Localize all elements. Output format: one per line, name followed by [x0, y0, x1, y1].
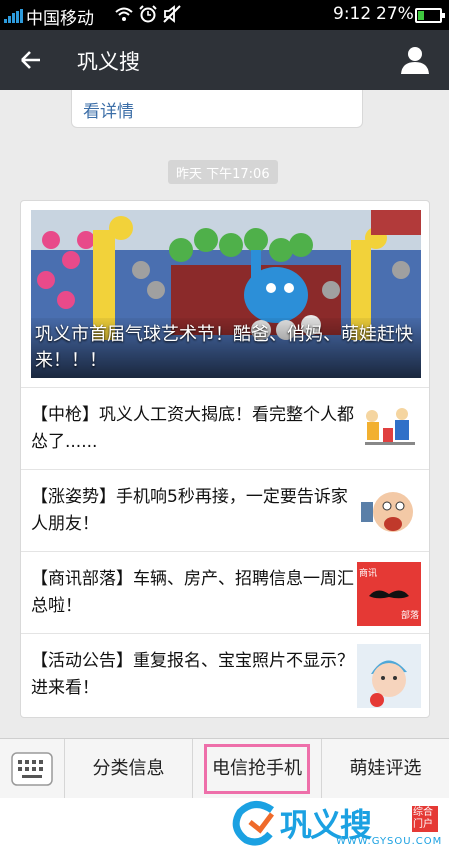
news-item-title: 【活动公告】重复报名、宝宝照片不显示？进来看！	[31, 651, 354, 698]
gysou-logo-icon	[232, 801, 275, 846]
battery-percent: 27%	[376, 4, 414, 24]
chat-area[interactable]: 看详情 昨天 下午17:06 巩义市首届气球艺术节！酷爸、俏妈、萌娃赶快来！！！…	[0, 90, 449, 738]
battery-icon	[415, 8, 445, 23]
news-item-title: 【商讯部落】车辆、房产、招聘信息一周汇总啦！	[31, 569, 354, 616]
footer-area: 巩义搜 WWW.GYSOU.COM 综合门户	[0, 798, 449, 850]
cartoon-thumbnail-icon	[357, 398, 421, 462]
keyboard-toggle-button[interactable]	[0, 739, 65, 799]
wifi-icon	[115, 7, 133, 21]
news-item-title: 【涨姿势】手机响5秒再接，一定要告诉家人朋友！	[31, 487, 348, 534]
business-news-thumbnail-icon: 商讯 部落	[357, 562, 421, 626]
back-button[interactable]	[12, 42, 48, 78]
clock: 9:12	[333, 4, 372, 24]
signal-icon	[4, 9, 24, 23]
alarm-icon	[139, 5, 157, 23]
chat-header: 巩义搜	[0, 30, 449, 90]
menu-baby-contest[interactable]: 萌娃评选	[322, 739, 449, 799]
news-card: 巩义市首届气球艺术节！酷爸、俏妈、萌娃赶快来！！！ 【中枪】巩义人工资大揭底！看…	[20, 200, 430, 718]
menu-telecom-phone-grab[interactable]: 电信抢手机	[193, 739, 322, 799]
menu-classified-info[interactable]: 分类信息	[65, 739, 193, 799]
previous-message-bubble[interactable]: 看详情	[71, 90, 363, 128]
profile-button[interactable]	[396, 42, 434, 78]
status-bar: 中国移动 9:12 27%	[0, 0, 449, 30]
site-watermark-logo: 巩义搜 WWW.GYSOU.COM 综合门户	[232, 800, 447, 848]
news-list-item[interactable]: 【涨姿势】手机响5秒再接，一定要告诉家人朋友！	[21, 469, 429, 551]
back-arrow-icon	[21, 51, 40, 69]
headline-article[interactable]: 巩义市首届气球艺术节！酷爸、俏妈、萌娃赶快来！！！	[31, 210, 421, 378]
headline-title: 巩义市首届气球艺术节！酷爸、俏妈、萌娃赶快来！！！	[35, 324, 413, 371]
view-details-link[interactable]: 看详情	[83, 97, 134, 122]
news-list-item[interactable]: 【中枪】巩义人工资大揭底！看完整个人都怂了......	[21, 387, 429, 469]
page-title: 巩义搜	[77, 50, 140, 74]
message-timestamp: 昨天 下午17:06	[168, 160, 278, 184]
mute-icon	[163, 5, 181, 23]
bottom-menu: 分类信息 电信抢手机 萌娃评选	[0, 738, 449, 799]
news-list-item[interactable]: 【商讯部落】车辆、房产、招聘信息一周汇总啦！ 商讯 部落	[21, 551, 429, 633]
user-icon	[401, 47, 429, 74]
news-list-item[interactable]: 【活动公告】重复报名、宝宝照片不显示？进来看！	[21, 633, 429, 715]
baby-photo-thumbnail-icon	[357, 644, 421, 708]
news-item-title: 【中枪】巩义人工资大揭底！看完整个人都怂了......	[31, 405, 354, 452]
carrier-name: 中国移动	[26, 9, 94, 29]
keyboard-icon	[11, 752, 53, 786]
cartoon-thumbnail-icon	[357, 480, 421, 544]
